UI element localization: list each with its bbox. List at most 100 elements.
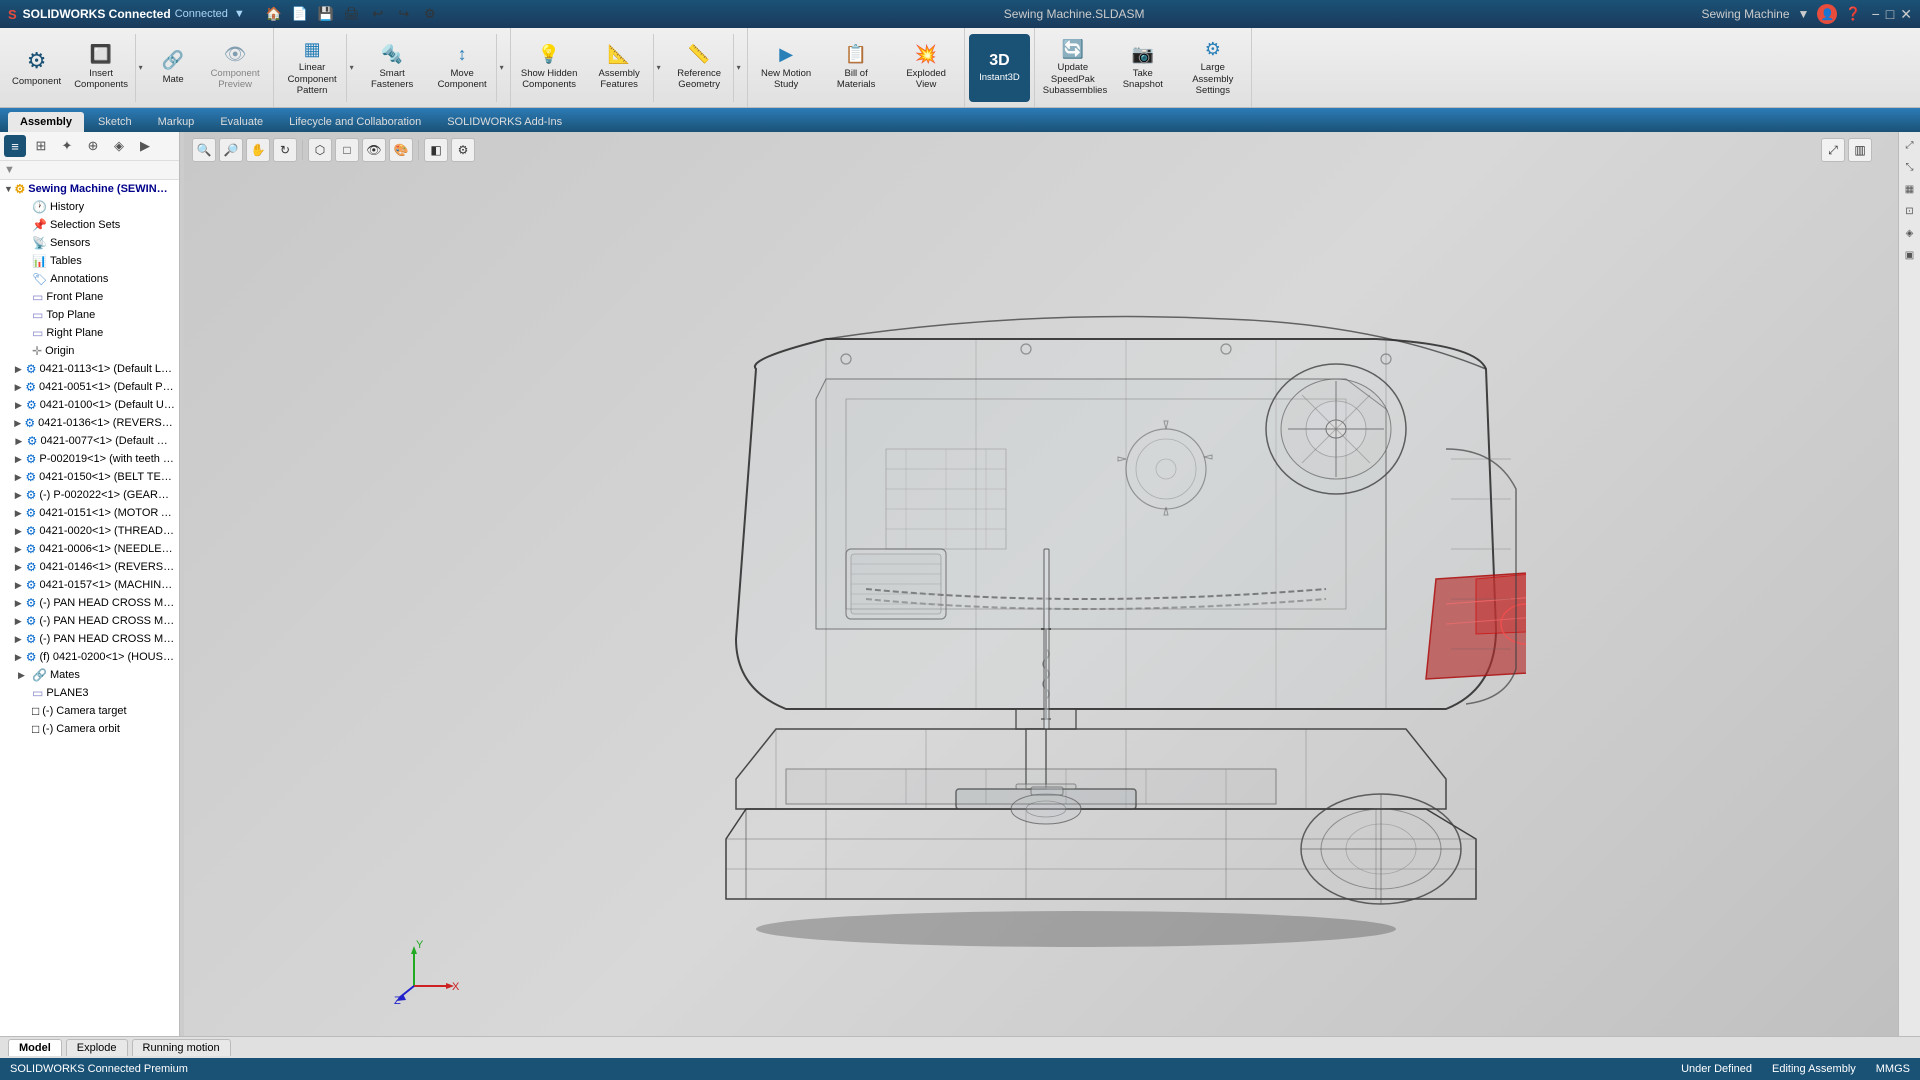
property-manager-btn[interactable]: ⊞ — [30, 135, 52, 157]
tab-explode[interactable]: Explode — [66, 1039, 128, 1056]
tree-item-mates[interactable]: ▶🔗Mates — [0, 666, 179, 684]
tree-item-history[interactable]: 🕐History — [0, 198, 179, 216]
dim-expert-btn[interactable]: ⊕ — [82, 135, 104, 157]
expand-tree-btn[interactable]: ▶ — [134, 135, 156, 157]
bill-of-materials-btn[interactable]: 📋 Bill of Materials — [822, 34, 890, 102]
display-style-btn[interactable]: □ — [335, 138, 359, 162]
tree-item-part-0006[interactable]: ▶⚙0421-0006<1> (NEEDLE PLATE AS — [0, 540, 179, 558]
assembly-features-btn[interactable]: 📐 Assembly Features — [585, 34, 653, 102]
expand-viewport-btn[interactable]: ⤢ — [1821, 138, 1845, 162]
tree-item-right-plane[interactable]: ▭Right Plane — [0, 324, 179, 342]
options-btn[interactable]: ⚙ — [419, 3, 441, 25]
tree-item-sensors[interactable]: 📡Sensors — [0, 234, 179, 252]
home-btn[interactable]: 🏠 — [263, 3, 285, 25]
tree-item-part-p002019[interactable]: ▶⚙P-002019<1> (with teeth GEARBEL — [0, 450, 179, 468]
minimize-btn[interactable]: − — [1872, 6, 1880, 23]
tree-view-btn[interactable]: ≡ — [4, 135, 26, 157]
tree-item-part-0146[interactable]: ▶⚙0421-0146<1> (REVERSE LEVER) — [0, 558, 179, 576]
tab-lifecycle[interactable]: Lifecycle and Collaboration — [277, 112, 433, 132]
tree-item-part-0157[interactable]: ▶⚙0421-0157<1> (MACHINE FRAME) — [0, 576, 179, 594]
tree-item-selection-sets[interactable]: 📌Selection Sets — [0, 216, 179, 234]
take-snapshot-btn[interactable]: 📷 Take Snapshot — [1109, 34, 1177, 102]
view-orientation-btn[interactable]: ⬡ — [308, 138, 332, 162]
config-manager-btn[interactable]: ✦ — [56, 135, 78, 157]
undo-btn[interactable]: ↩ — [367, 3, 389, 25]
right-panel-btn-1[interactable]: ⤢ — [1901, 136, 1919, 154]
user-icon[interactable]: 👤 — [1817, 4, 1837, 24]
right-panel-btn-4[interactable]: ⊡ — [1901, 202, 1919, 220]
new-btn[interactable]: 📄 — [289, 3, 311, 25]
section-view-btn[interactable]: ◧ — [424, 138, 448, 162]
linear-pattern-dropdown[interactable]: ▾ — [346, 34, 356, 102]
close-btn[interactable]: ✕ — [1900, 6, 1912, 23]
tree-item-part-0051[interactable]: ▶⚙0421-0051<1> (Default PRESSER-F — [0, 378, 179, 396]
tree-item-annotations[interactable]: 🏷Annotations — [0, 270, 179, 288]
hide-show-btn[interactable]: 👁 — [362, 138, 386, 162]
right-panel-btn-2[interactable]: ⤡ — [1901, 158, 1919, 176]
tree-item-part-pan2[interactable]: ▶⚙(-) PAN HEAD CROSS MACHINE S — [0, 612, 179, 630]
right-panel-btn-3[interactable]: ▦ — [1901, 180, 1919, 198]
move-dropdown[interactable]: ▾ — [496, 34, 506, 102]
linear-pattern-btn[interactable]: ▦ Linear Component Pattern — [278, 34, 346, 102]
maximize-btn[interactable]: □ — [1886, 6, 1894, 23]
tree-item-part-0136[interactable]: ▶⚙0421-0136<1> (REVERSE DRIVE LIN — [0, 414, 179, 432]
component-preview-btn[interactable]: 👁 Component Preview — [201, 34, 269, 102]
tree-item-part-0077[interactable]: ▶⚙0421-0077<1> (Default CAM BLO — [0, 432, 179, 450]
help-btn[interactable]: ❓ — [1845, 6, 1861, 22]
insert-components-btn[interactable]: 🔲 Insert Components — [67, 34, 135, 102]
split-viewport-btn[interactable]: ▥ — [1848, 138, 1872, 162]
tree-item-part-0200[interactable]: ▶⚙(f) 0421-0200<1> (HOUSING ASSE — [0, 648, 179, 666]
tab-model[interactable]: Model — [8, 1039, 62, 1056]
right-panel-btn-6[interactable]: ▣ — [1901, 246, 1919, 264]
tree-item-origin[interactable]: ✛Origin — [0, 342, 179, 360]
tree-item-part-pan3[interactable]: ▶⚙(-) PAN HEAD CROSS MACHINE S — [0, 630, 179, 648]
move-component-btn[interactable]: ↕ Move Component — [428, 34, 496, 102]
dropdown-btn[interactable]: ▼ — [1798, 7, 1810, 21]
pan-btn[interactable]: ✋ — [246, 138, 270, 162]
tree-item-part-0020[interactable]: ▶⚙0421-0020<1> (THREAD TENSION — [0, 522, 179, 540]
viewport[interactable]: 🔍 🔎 ✋ ↻ ⬡ □ 👁 🎨 ◧ ⚙ ⤢ ▥ — [184, 132, 1898, 1036]
tree-item-part-0150[interactable]: ▶⚙0421-0150<1> (BELT TENSIONER / — [0, 468, 179, 486]
redo-btn[interactable]: ↪ — [393, 3, 415, 25]
tree-item-camera-orbit[interactable]: □(-) Camera orbit — [0, 720, 179, 738]
zoom-to-fit-btn[interactable]: 🔍 — [192, 138, 216, 162]
right-panel-btn-5[interactable]: ◈ — [1901, 224, 1919, 242]
tab-assembly[interactable]: Assembly — [8, 112, 84, 132]
tree-root-item[interactable]: ▼ ⚙ Sewing Machine (SEWING MACHINE) — [0, 180, 179, 198]
tree-item-tables[interactable]: 📊Tables — [0, 252, 179, 270]
tab-sketch[interactable]: Sketch — [86, 112, 144, 132]
view-settings-btn[interactable]: ⚙ — [451, 138, 475, 162]
instant3d-btn[interactable]: 3D Instant3D — [969, 34, 1030, 102]
tree-item-part-pan1[interactable]: ▶⚙(-) PAN HEAD CROSS MACHINE S — [0, 594, 179, 612]
reference-geometry-dropdown[interactable]: ▾ — [733, 34, 743, 102]
exploded-view-btn[interactable]: 💥 Exploded View — [892, 34, 960, 102]
tree-item-part-p002022[interactable]: ▶⚙(-) P-002022<1> (GEARBELT 156 T — [0, 486, 179, 504]
tree-item-top-plane[interactable]: ▭Top Plane — [0, 306, 179, 324]
tab-addins[interactable]: SOLIDWORKS Add-Ins — [435, 112, 574, 132]
tree-item-front-plane[interactable]: ▭Front Plane — [0, 288, 179, 306]
rotate-view-btn[interactable]: ↻ — [273, 138, 297, 162]
mate-btn[interactable]: 🔗 Mate — [147, 34, 199, 102]
tab-markup[interactable]: Markup — [146, 112, 207, 132]
display-manager-btn[interactable]: ◈ — [108, 135, 130, 157]
assembly-features-dropdown[interactable]: ▾ — [653, 34, 663, 102]
tree-item-part-0100[interactable]: ▶⚙0421-0100<1> (Default UPPER SH — [0, 396, 179, 414]
large-assembly-btn[interactable]: ⚙ Large Assembly Settings — [1179, 34, 1247, 102]
tab-running-motion[interactable]: Running motion — [132, 1039, 231, 1056]
update-speedpak-btn[interactable]: 🔄 Update SpeedPak Subassemblies — [1039, 34, 1107, 102]
tree-item-plane3[interactable]: ▭PLANE3 — [0, 684, 179, 702]
smart-fasteners-btn[interactable]: 🔩 Smart Fasteners — [358, 34, 426, 102]
tree-item-part-0113[interactable]: ▶⚙0421-0113<1> (Default LOWER SH — [0, 360, 179, 378]
new-motion-study-btn[interactable]: ▶ New Motion Study — [752, 34, 820, 102]
show-hidden-btn[interactable]: 💡 Show Hidden Components — [515, 34, 583, 102]
zoom-btn[interactable]: 🔎 — [219, 138, 243, 162]
appearances-btn[interactable]: 🎨 — [389, 138, 413, 162]
nav-arrow[interactable]: ▼ — [234, 8, 245, 20]
reference-geometry-btn[interactable]: 📏 Reference Geometry — [665, 34, 733, 102]
save-btn[interactable]: 💾 — [315, 3, 337, 25]
tree-item-camera-target[interactable]: □(-) Camera target — [0, 702, 179, 720]
component-btn[interactable]: ⚙ Component — [8, 34, 65, 102]
tab-evaluate[interactable]: Evaluate — [208, 112, 275, 132]
tree-item-part-0151[interactable]: ▶⚙0421-0151<1> (MOTOR AND ELEC — [0, 504, 179, 522]
print-btn[interactable]: 🖨 — [341, 3, 363, 25]
